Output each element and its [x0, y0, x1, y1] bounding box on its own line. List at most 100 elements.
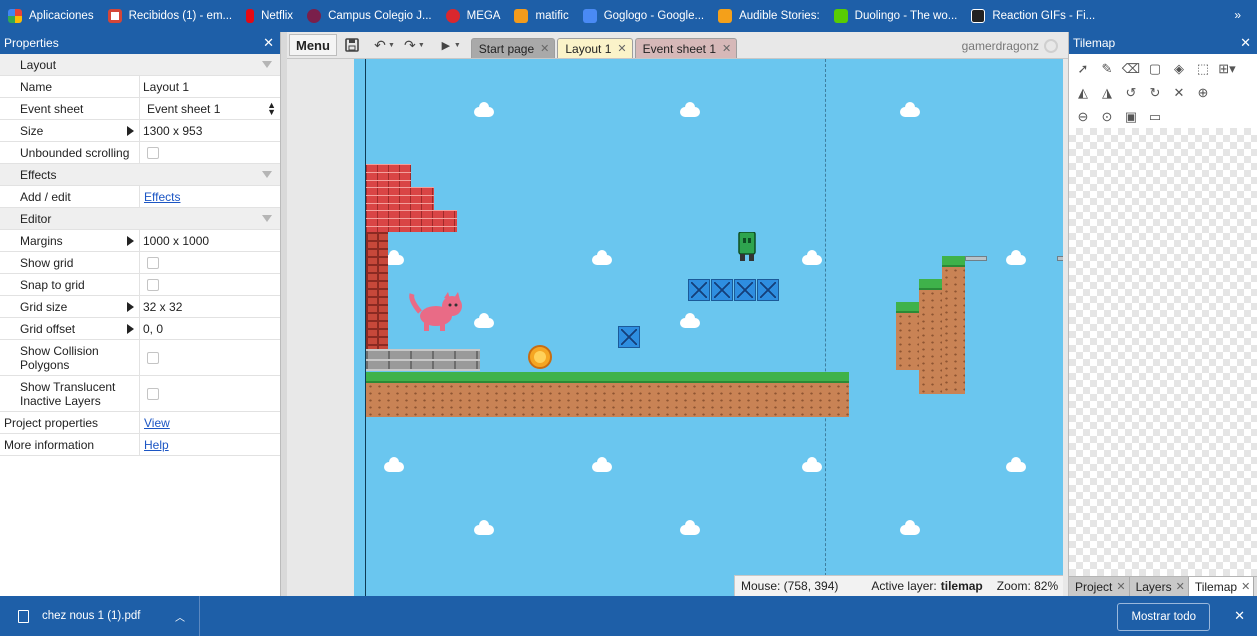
name-value[interactable]: Layout 1 [140, 76, 280, 97]
unbounded-checkbox[interactable] [147, 146, 159, 159]
bridge-plank[interactable] [965, 256, 987, 261]
grid-size-value[interactable]: 32 x 32 [143, 300, 182, 314]
undo-dropdown-icon[interactable]: ▼ [388, 42, 395, 49]
tab-project[interactable]: Project ✕ [1069, 577, 1130, 596]
tab-layers[interactable]: Layers ✕ [1129, 577, 1189, 596]
brick-block[interactable] [366, 187, 434, 210]
bookmark-netflix[interactable]: Netflix [246, 9, 293, 23]
collapse-icon[interactable] [262, 171, 272, 178]
bookmark-gmail[interactable]: Recibidos (1) - em... [107, 9, 232, 23]
island-step[interactable] [919, 279, 942, 394]
tab-tilemap[interactable]: Tilemap ✕ [1188, 577, 1255, 596]
event-sheet-select[interactable]: Event sheet 1 ▲ ▼ [140, 98, 280, 119]
bookmark-matific[interactable]: matific [514, 9, 569, 23]
folder-icon[interactable]: ▭ [1143, 106, 1167, 128]
blue-box[interactable] [618, 326, 640, 348]
island-step[interactable] [942, 256, 965, 394]
redo-dropdown-icon[interactable]: ▼ [418, 42, 425, 49]
section-layout[interactable]: Layout [0, 54, 280, 76]
tileset-view[interactable] [1069, 128, 1257, 577]
chevron-up-icon[interactable]: ︿ [175, 609, 185, 624]
clear-icon[interactable]: ✕ [1167, 82, 1191, 104]
layout-canvas[interactable] [287, 59, 1063, 596]
bookmark-reactiongifs[interactable]: Reaction GIFs - Fi... [971, 9, 1095, 23]
effects-link[interactable]: Effects [144, 190, 180, 204]
brick-wall[interactable] [366, 232, 388, 349]
bookmarks-more-button[interactable]: » [1234, 8, 1241, 22]
selection-icon[interactable]: ⬚ [1191, 58, 1215, 80]
section-editor[interactable]: Editor [0, 208, 280, 230]
bookmark-audible[interactable]: Audible Stories: [718, 9, 820, 23]
zoom-out-icon[interactable]: ⊖ [1071, 106, 1095, 128]
coin-sprite[interactable] [528, 345, 552, 369]
cat-sprite[interactable] [406, 292, 466, 332]
brick-block[interactable] [366, 210, 457, 232]
close-icon[interactable]: ✕ [617, 42, 626, 55]
translucent-checkbox[interactable] [147, 387, 159, 400]
expand-icon[interactable] [127, 235, 134, 246]
tab-event-sheet-1[interactable]: Event sheet 1 ✕ [634, 38, 738, 58]
close-icon[interactable]: ✕ [1116, 580, 1125, 593]
menu-button[interactable]: Menu [289, 34, 337, 56]
close-icon[interactable]: ✕ [263, 35, 274, 51]
bridge-plank[interactable] [1057, 256, 1063, 261]
play-dropdown-icon[interactable]: ▼ [454, 42, 461, 49]
close-icon[interactable]: ✕ [1241, 580, 1250, 593]
ground-platform[interactable] [366, 372, 849, 417]
close-icon[interactable]: ✕ [1234, 608, 1245, 624]
rotate-left-icon[interactable]: ↺ [1119, 82, 1143, 104]
close-icon[interactable]: ✕ [722, 42, 731, 55]
bookmark-goglogo[interactable]: Goglogo - Google... [582, 9, 704, 23]
pointer-icon[interactable]: ➚ [1071, 58, 1095, 80]
tile-grid-icon[interactable]: ⊞▾ [1215, 58, 1239, 80]
bookmark-duolingo[interactable]: Duolingo - The wo... [833, 9, 957, 23]
expand-icon[interactable] [127, 323, 134, 334]
margins-value[interactable]: 1000 x 1000 [143, 234, 209, 248]
download-item[interactable]: chez nous 1 (1).pdf ︿ [0, 596, 200, 636]
snap-checkbox[interactable] [147, 278, 159, 291]
zoom-in-icon[interactable]: ⊕ [1191, 82, 1215, 104]
blue-box[interactable] [711, 279, 733, 301]
show-grid-checkbox[interactable] [147, 256, 159, 269]
blue-box[interactable] [757, 279, 779, 301]
cloud [474, 102, 494, 117]
bookmark-campus[interactable]: Campus Colegio J... [307, 9, 432, 23]
close-icon[interactable]: ✕ [540, 42, 549, 55]
view-link[interactable]: View [144, 416, 170, 430]
bookmark-apps[interactable]: Aplicaciones [8, 9, 94, 23]
size-value[interactable]: 1300 x 953 [143, 124, 202, 138]
collision-checkbox[interactable] [147, 351, 159, 364]
show-all-button[interactable]: Mostrar todo [1117, 603, 1210, 631]
eraser-icon[interactable]: ⌫ [1119, 58, 1143, 80]
close-icon[interactable]: ✕ [1240, 35, 1251, 51]
stone-block[interactable] [366, 349, 480, 371]
blue-box[interactable] [734, 279, 756, 301]
collapse-icon[interactable] [262, 215, 272, 222]
tab-layout-1[interactable]: Layout 1 ✕ [557, 38, 633, 58]
rotate-right-icon[interactable]: ↻ [1143, 82, 1167, 104]
grid-offset-value[interactable]: 0, 0 [143, 322, 163, 336]
collapse-icon[interactable] [262, 61, 272, 68]
flip-horizontal-icon[interactable]: ◭ [1071, 82, 1095, 104]
user-account[interactable]: gamerdragonz [962, 39, 1058, 53]
fill-bucket-icon[interactable]: ◈ [1167, 58, 1191, 80]
expand-icon[interactable] [127, 301, 134, 312]
brick-block[interactable] [366, 164, 411, 187]
layout-background[interactable] [354, 59, 1063, 596]
expand-icon[interactable] [127, 125, 134, 136]
save-icon[interactable]: ▣ [1119, 106, 1143, 128]
player-sprite[interactable] [736, 232, 758, 262]
tab-start-page[interactable]: Start page ✕ [470, 38, 556, 58]
zoom-reset-icon[interactable]: ⊙ [1095, 106, 1119, 128]
blue-box[interactable] [688, 279, 710, 301]
section-effects[interactable]: Effects [0, 164, 280, 186]
flip-vertical-icon[interactable]: ◮ [1095, 82, 1119, 104]
save-icon[interactable] [341, 34, 363, 56]
help-link[interactable]: Help [144, 438, 169, 452]
close-icon[interactable]: ✕ [1176, 580, 1185, 593]
mega-icon [445, 9, 460, 23]
pencil-icon[interactable]: ✎ [1095, 58, 1119, 80]
island-step[interactable] [896, 302, 919, 370]
rectangle-icon[interactable]: ▢ [1143, 58, 1167, 80]
bookmark-mega[interactable]: MEGA [445, 9, 500, 23]
